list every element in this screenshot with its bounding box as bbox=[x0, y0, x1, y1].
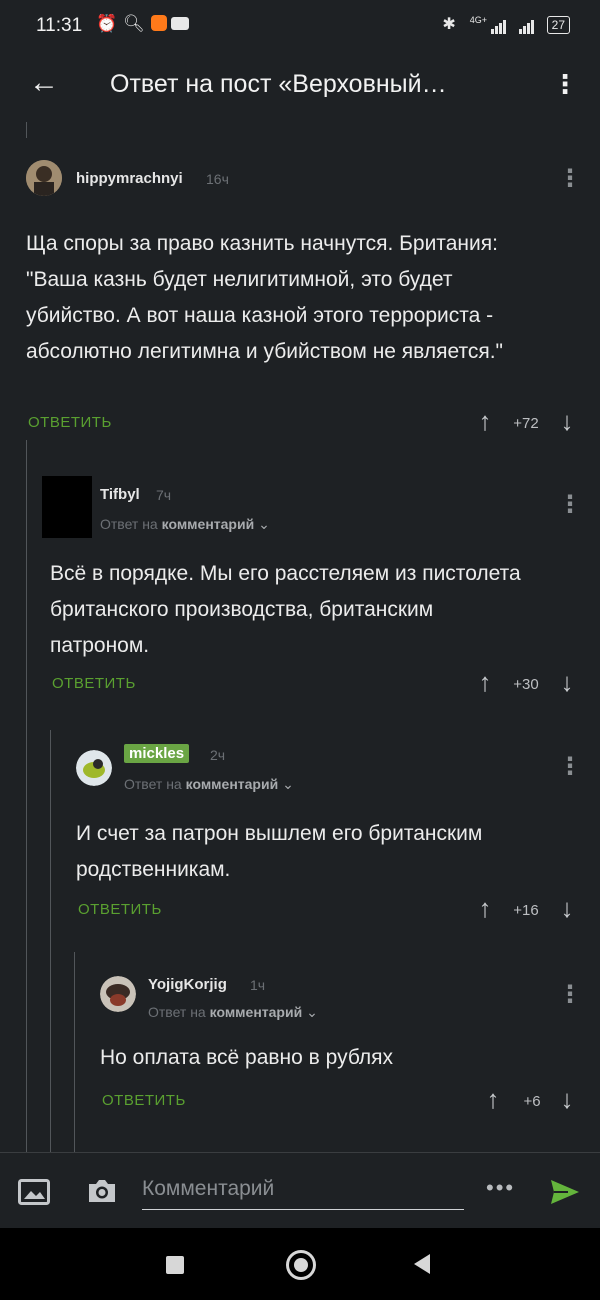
comment-author[interactable]: YojigKorjig bbox=[148, 976, 227, 993]
reply-to-target: комментарий bbox=[209, 1004, 303, 1020]
comment-menu-button[interactable]: ⋮ bbox=[558, 490, 582, 519]
upvote-icon[interactable]: ↑ bbox=[474, 893, 496, 924]
reply-button[interactable]: ОТВЕТИТЬ bbox=[78, 901, 162, 918]
comment-text: Ща споры за право казнить начнутся. Брит… bbox=[26, 232, 504, 363]
comment-author[interactable]: Tifbyl bbox=[100, 486, 140, 503]
comment: hippymrachnyi 16ч ⋮ Ща споры за право ка… bbox=[26, 160, 582, 440]
reply-to[interactable]: Ответ на комментарий ⌄ bbox=[124, 776, 294, 793]
upvote-icon[interactable]: ↑ bbox=[474, 406, 496, 437]
recents-button[interactable] bbox=[166, 1256, 184, 1274]
image-icon[interactable] bbox=[18, 1179, 50, 1205]
avatar-image bbox=[100, 976, 136, 1012]
youtube-icon bbox=[170, 17, 189, 30]
comment-rating: +16 bbox=[513, 902, 539, 919]
more-horizontal-icon[interactable]: ••• bbox=[486, 1175, 515, 1201]
comment-rating: +30 bbox=[513, 676, 539, 693]
comment-time: 2ч bbox=[210, 747, 226, 763]
home-button[interactable] bbox=[286, 1250, 316, 1280]
system-nav-bar bbox=[0, 1228, 600, 1300]
upvote-icon[interactable]: ↑ bbox=[482, 1084, 504, 1115]
reply-to-prefix: Ответ на bbox=[124, 776, 182, 792]
more-menu-button[interactable]: ⋮ bbox=[550, 62, 580, 106]
comment-time: 7ч bbox=[156, 487, 172, 503]
comment-text: Всё в порядке. Мы его расстеляем из пист… bbox=[50, 562, 521, 657]
search-icon: 🔍︎ bbox=[123, 14, 151, 33]
reply-to[interactable]: Ответ на комментарий ⌄ bbox=[100, 516, 270, 533]
comment-time: 16ч bbox=[206, 171, 229, 187]
comment-rating: +72 bbox=[513, 415, 539, 432]
comment-author[interactable]: mickles bbox=[124, 744, 190, 763]
arrow-left-icon: ← bbox=[29, 66, 59, 99]
comment-rating: +6 bbox=[523, 1093, 541, 1110]
chevron-down-icon: ⌄ bbox=[258, 516, 270, 532]
comment-text: Но оплата всё равно в рублях bbox=[100, 1046, 394, 1069]
downvote-icon[interactable]: ↓ bbox=[556, 893, 578, 924]
camera-icon[interactable] bbox=[86, 1177, 118, 1205]
app-icon bbox=[150, 15, 167, 31]
bluetooth-icon: ✱ bbox=[442, 16, 456, 33]
status-right-icons: ✱ 4G+ 27 bbox=[442, 14, 570, 34]
thread-line bbox=[74, 952, 75, 1152]
status-left-icons: ⏰🔍︎ bbox=[96, 14, 189, 34]
reply-button[interactable]: ОТВЕТИТЬ bbox=[102, 1092, 186, 1109]
back-button[interactable]: ← bbox=[22, 62, 66, 106]
comment-menu-button[interactable]: ⋮ bbox=[558, 752, 582, 781]
more-vertical-icon: ⋮ bbox=[552, 69, 578, 99]
thread-line bbox=[50, 730, 51, 1152]
network-type: 4G+ bbox=[469, 15, 487, 25]
battery-icon: 27 bbox=[546, 16, 570, 34]
upvote-icon[interactable]: ↑ bbox=[474, 667, 496, 698]
avatar-image bbox=[26, 160, 62, 196]
signal-icon bbox=[490, 18, 507, 34]
send-icon[interactable] bbox=[548, 1177, 582, 1207]
app-bar: ← Ответ на пост «Верховный… ⋮ bbox=[0, 52, 600, 116]
comment-input[interactable] bbox=[142, 1169, 464, 1210]
avatar[interactable] bbox=[26, 160, 62, 196]
comment: YojigKorjig 1ч Ответ на комментарий ⌄ ⋮ … bbox=[100, 970, 582, 1120]
avatar[interactable] bbox=[76, 750, 112, 786]
comment-composer: ••• bbox=[0, 1152, 600, 1229]
downvote-icon[interactable]: ↓ bbox=[556, 406, 578, 437]
comment-menu-button[interactable]: ⋮ bbox=[558, 164, 582, 193]
status-bar: 11:31 ⏰🔍︎ ✱ 4G+ 27 bbox=[0, 0, 600, 52]
alarm-icon: ⏰ bbox=[96, 14, 124, 33]
comment-time: 1ч bbox=[250, 977, 266, 993]
reply-to-target: комментарий bbox=[161, 516, 255, 532]
page-title: Ответ на пост «Верховный… bbox=[110, 70, 447, 98]
reply-to-prefix: Ответ на bbox=[100, 516, 158, 532]
avatar[interactable] bbox=[42, 476, 92, 538]
avatar[interactable] bbox=[100, 976, 136, 1012]
chevron-down-icon: ⌄ bbox=[282, 776, 294, 792]
comment-menu-button[interactable]: ⋮ bbox=[558, 980, 582, 1009]
signal-icon bbox=[518, 18, 535, 34]
reply-to-prefix: Ответ на bbox=[148, 1004, 206, 1020]
reply-to[interactable]: Ответ на комментарий ⌄ bbox=[148, 1004, 318, 1021]
status-time: 11:31 bbox=[36, 15, 83, 36]
chevron-down-icon: ⌄ bbox=[306, 1004, 318, 1020]
reply-button[interactable]: ОТВЕТИТЬ bbox=[52, 675, 136, 692]
downvote-icon[interactable]: ↓ bbox=[556, 667, 578, 698]
comment-author[interactable]: hippymrachnyi bbox=[76, 170, 183, 187]
comment: mickles 2ч Ответ на комментарий ⌄ ⋮ И сч… bbox=[76, 742, 582, 932]
comment-text: И счет за патрон вышлем его британским р… bbox=[76, 822, 483, 881]
thread-line bbox=[26, 440, 27, 1152]
comment: Tifbyl 7ч Ответ на комментарий ⌄ ⋮ Всё в… bbox=[42, 476, 582, 716]
thread-line bbox=[26, 122, 27, 138]
avatar-image bbox=[76, 750, 112, 786]
downvote-icon[interactable]: ↓ bbox=[556, 1084, 578, 1115]
reply-to-target: комментарий bbox=[185, 776, 279, 792]
reply-button[interactable]: ОТВЕТИТЬ bbox=[28, 414, 112, 431]
system-back-button[interactable] bbox=[414, 1254, 430, 1274]
